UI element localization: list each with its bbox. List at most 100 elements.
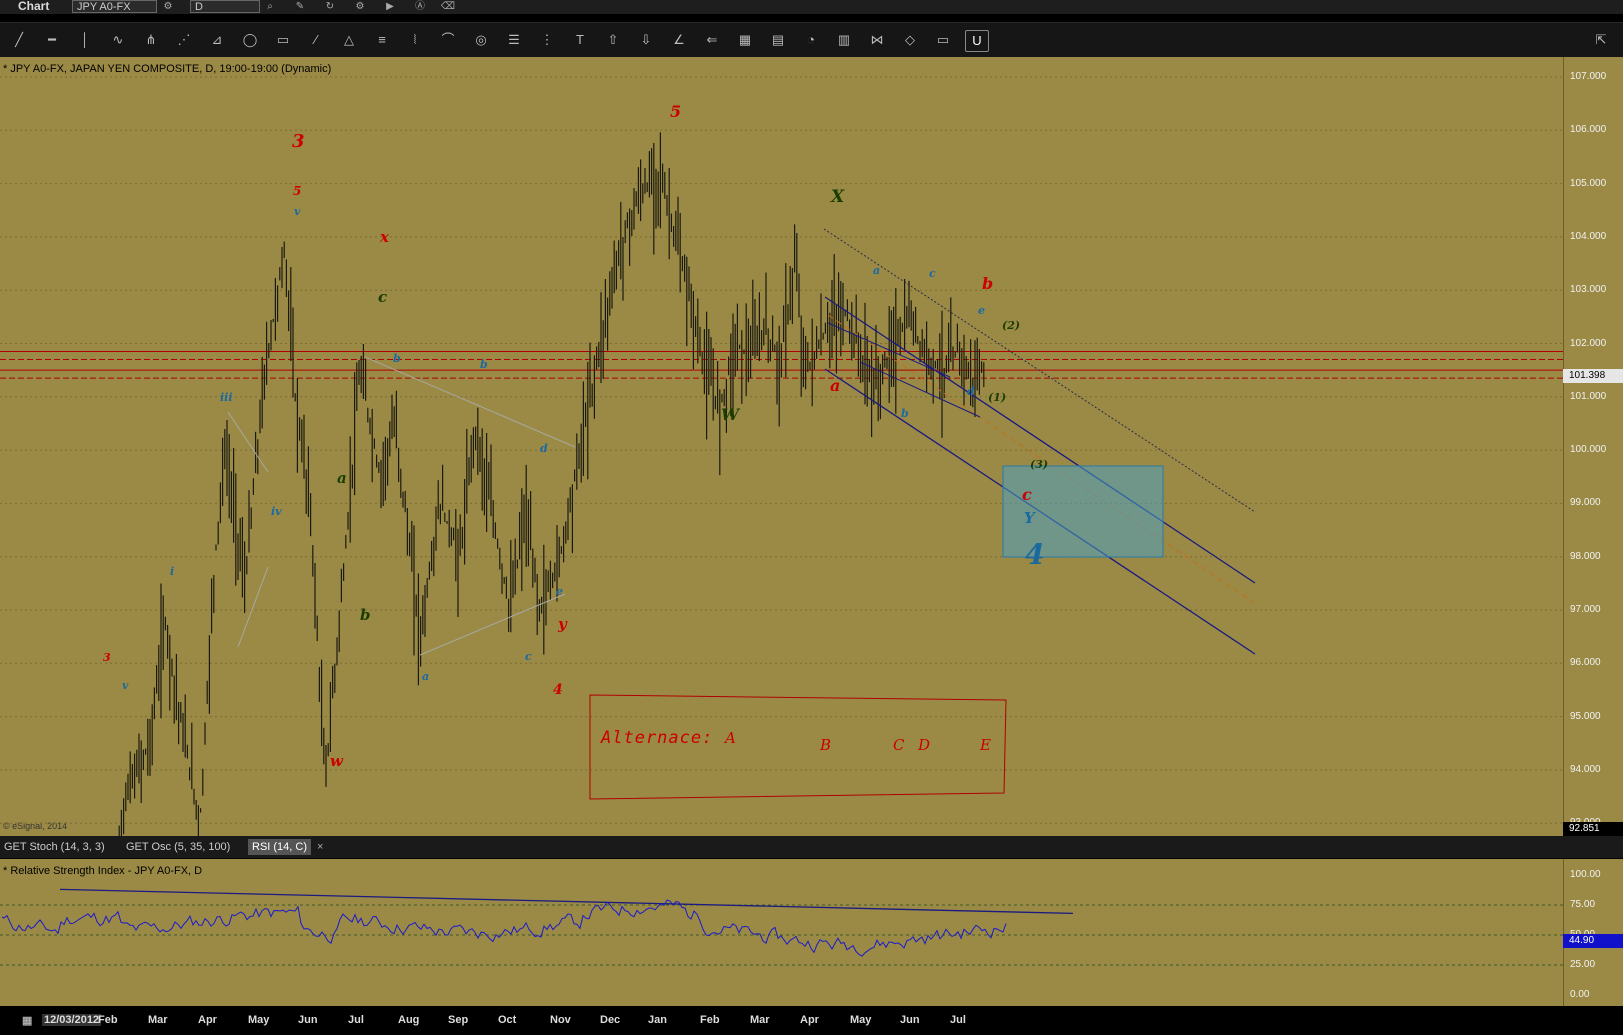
symbol-input[interactable]: JPY A0-FX [72, 0, 157, 13]
alternace-letter: D [917, 736, 930, 754]
alternace-letter: C [893, 736, 905, 754]
rsi-axis[interactable]: 100.0075.0050.0025.000.00 [1563, 859, 1623, 1006]
alternace-label: Alternace: [600, 728, 713, 748]
tab-rsi[interactable]: RSI (14, C) [248, 839, 312, 855]
price-tick-label: 107.000 [1570, 71, 1607, 82]
wave-tool[interactable]: ∿ [107, 30, 129, 50]
line-tool[interactable]: ╱ [8, 30, 30, 50]
price-chart[interactable]: * JPY A0-FX, JAPAN YEN COMPOSITE, D, 19:… [0, 57, 1563, 836]
tab-close-icon[interactable]: × [313, 839, 327, 855]
wave-label: W [721, 405, 741, 424]
time-axis-month: Nov [550, 1014, 571, 1026]
time-axis-month: Jun [900, 1014, 920, 1026]
wave-label: i [170, 565, 174, 578]
rectangle-tool[interactable]: ▭ [272, 30, 294, 50]
tab-get-stoch[interactable]: GET Stoch (14, 3, 3) [0, 839, 109, 855]
price-bars [118, 132, 985, 836]
wave-label: c [929, 267, 936, 280]
wave-label: y [557, 615, 568, 633]
gann-tool[interactable]: ⊿ [206, 30, 228, 50]
channel-tool[interactable]: ≡ [371, 30, 393, 50]
wave-label: c [525, 650, 532, 663]
wave-label: e [978, 304, 985, 317]
vertical-line-tool[interactable]: │ [74, 30, 96, 50]
rsi-value-tag: 44.90 [1563, 934, 1623, 949]
low-price-tag: 92.851 [1563, 822, 1623, 836]
time-axis-month: Mar [750, 1014, 770, 1026]
price-tick-label: 100.000 [1570, 444, 1607, 456]
angle-tool[interactable]: ∠ [668, 30, 690, 50]
fibonacci-tool[interactable]: ⌒ [437, 30, 459, 50]
time-axis-month: Feb [98, 1014, 118, 1026]
price-axis[interactable]: 107.000 106.000 105.000 104.000 103.000 102.0… [1563, 57, 1623, 836]
rsi-pane[interactable]: * Relative Strength Index - JPY A0-FX, D [0, 859, 1563, 1006]
circle-tool[interactable]: ◔ [800, 30, 822, 50]
interval-input[interactable]: D [190, 0, 260, 13]
link-icon[interactable]: ⚙ [160, 0, 176, 13]
price-tick-label: 98.000 [1570, 550, 1601, 562]
window-title: Chart [18, 0, 50, 13]
spiral-tool[interactable]: ◎ [470, 30, 492, 50]
levels-tool[interactable]: ☰ [503, 30, 525, 50]
price-tick-label: 102.000 [1570, 337, 1607, 349]
rsi-plot[interactable] [0, 859, 1563, 1006]
price-tick-label: 97.000 [1570, 604, 1601, 615]
pti-tool[interactable]: ▥ [833, 30, 855, 50]
grid-tool[interactable]: ▦ [734, 30, 756, 50]
horizontal-line-tool[interactable]: ━ [41, 30, 63, 50]
refresh-icon[interactable]: ↻ [322, 0, 338, 13]
tab-get-osc[interactable]: GET Osc (5, 35, 100) [122, 839, 234, 855]
play-icon[interactable]: ▶ [382, 0, 398, 13]
zigzag-tool[interactable]: ⋈ [866, 30, 888, 50]
wave-label: v [294, 205, 301, 218]
wave-label: c [1022, 485, 1032, 504]
alternace-letter: A [723, 729, 736, 747]
wave-label: e [556, 585, 563, 598]
window-titlebar: Chart JPY A0-FX ⚙ D ⌕ ✎ ↻ ⚙ ▶ Ⓐ ⌫ [0, 0, 1623, 14]
last-price-tag: 101.398 [1563, 368, 1623, 383]
time-axis[interactable]: ▦ 12/03/2012 Feb Mar Apr May Jun Jul Aug Sep Oct… [0, 1007, 1623, 1035]
price-plot[interactable]: 35xc5Xa cbe(2)aW bd (1)(3)cY4iiiivivv3abwb b… [0, 57, 1563, 836]
price-tick-label: 106.000 [1570, 124, 1607, 136]
alert-icon[interactable]: Ⓐ [412, 0, 428, 13]
arrow-up-tool[interactable]: ⇧ [602, 30, 624, 50]
time-axis-month: Dec [600, 1014, 621, 1026]
rsi-tick-label: 25.00 [1570, 959, 1596, 970]
rsi-tick-label: 75.00 [1570, 899, 1596, 910]
price-tick-label: 104.000 [1570, 230, 1607, 242]
wave-label: (1) [988, 391, 1006, 404]
bars-tool[interactable]: ⋮ [536, 30, 558, 50]
trend-tool[interactable]: ⇐ [701, 30, 723, 50]
comment-tool[interactable]: ▭ [932, 30, 954, 50]
ellipse-tool[interactable]: ◯ [239, 30, 261, 50]
magnet-tool[interactable]: U [965, 30, 989, 52]
mob-tool[interactable]: ▤ [767, 30, 789, 50]
rsi-tick-label: 0.00 [1570, 989, 1590, 1000]
time-axis-start-date: 12/03/2012 [42, 1014, 102, 1026]
price-tick-label: 99.000 [1570, 497, 1601, 509]
wave-label: 4 [1025, 538, 1044, 571]
lock-icon[interactable]: ⌕ [262, 0, 278, 13]
wave-label: X [830, 187, 845, 207]
eraser-tool[interactable]: ◇ [899, 30, 921, 50]
wave-label: c [378, 288, 387, 306]
brush-tool[interactable]: ⁄ [305, 30, 327, 50]
wave-label: 4 [553, 682, 563, 698]
arrow-down-tool[interactable]: ⇩ [635, 30, 657, 50]
calendar-icon[interactable]: ▦ [22, 1014, 32, 1027]
wave-label: 3 [292, 131, 305, 152]
wave-label: a [337, 469, 347, 487]
expand-icon[interactable]: ⇱ [1590, 30, 1612, 50]
eraser-icon[interactable]: ⌫ [440, 0, 456, 13]
text-tool[interactable]: T [569, 30, 591, 50]
time-axis-month: Jul [348, 1014, 364, 1026]
cycle-tool[interactable]: ⦚ [404, 30, 426, 50]
wave-label: b [480, 358, 488, 371]
time-axis-month: Feb [700, 1014, 720, 1026]
settings-icon[interactable]: ⚙ [352, 0, 368, 13]
pitchfork-tool[interactable]: ⋔ [140, 30, 162, 50]
triangle-tool[interactable]: △ [338, 30, 360, 50]
fan-tool[interactable]: ⋰ [173, 30, 195, 50]
pencil-icon[interactable]: ✎ [292, 0, 308, 13]
rsi-tick-label: 100.00 [1570, 869, 1601, 880]
